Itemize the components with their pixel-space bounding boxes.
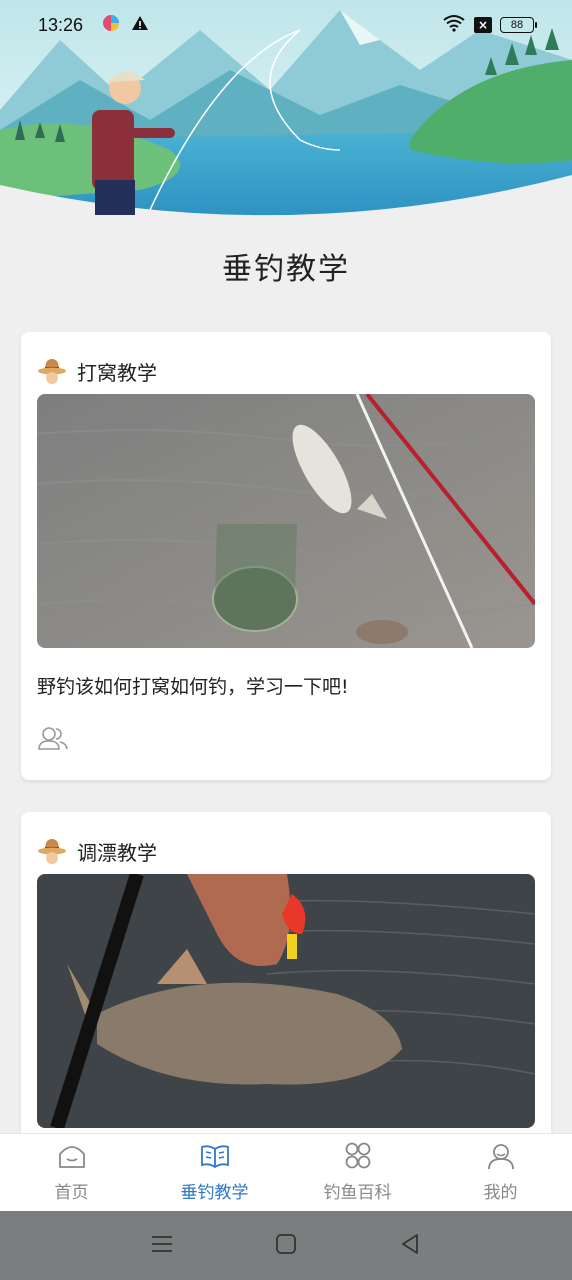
- back-icon[interactable]: [399, 1233, 421, 1259]
- warning-icon: [131, 14, 149, 36]
- tab-label: 我的: [483, 1183, 518, 1203]
- user-icon: [485, 1142, 517, 1174]
- system-navigation-bar: [0, 1211, 572, 1280]
- tab-mine[interactable]: 我的: [429, 1134, 572, 1211]
- card-description: 野钓该如何打窝如何钓，学习一下吧!: [37, 676, 349, 698]
- card-title: 调漂教学: [77, 840, 157, 865]
- status-bar: 13:26 × 88: [0, 0, 572, 50]
- tab-label: 钓鱼百科: [323, 1183, 392, 1203]
- wifi-icon: [442, 14, 466, 36]
- tab-fishing-encyclopedia[interactable]: 钓鱼百科: [286, 1134, 429, 1211]
- page-title: 垂钓教学: [222, 252, 350, 287]
- status-time: 13:26: [38, 14, 84, 35]
- straw-hat-icon: [37, 356, 67, 386]
- battery-indicator: 88: [500, 17, 537, 33]
- tab-label: 垂钓教学: [180, 1183, 249, 1203]
- users-icon: [37, 727, 69, 755]
- card-title: 打窝教学: [77, 360, 157, 385]
- tab-fishing-tutorial[interactable]: 垂钓教学: [143, 1134, 286, 1211]
- menu-icon[interactable]: [151, 1234, 173, 1258]
- tab-home[interactable]: 首页: [0, 1134, 143, 1211]
- sim-off-icon: ×: [474, 17, 492, 33]
- tutorial-card[interactable]: 调漂教学: [21, 812, 551, 1142]
- home-icon: [56, 1142, 88, 1174]
- bottom-tab-bar: 首页 垂钓教学 钓鱼百科 我的: [0, 1133, 572, 1211]
- tab-label: 首页: [54, 1183, 89, 1203]
- card-image-fish-net[interactable]: [37, 394, 535, 648]
- home-button-icon[interactable]: [275, 1233, 297, 1259]
- grid-icon: [342, 1142, 374, 1174]
- book-icon: [199, 1142, 231, 1174]
- tutorial-card[interactable]: 打窝教学 野钓该如何打窝如何钓，学习一下吧!: [21, 332, 551, 780]
- card-image-caught-fish[interactable]: [37, 874, 535, 1128]
- app-notification-icon: [101, 13, 121, 37]
- straw-hat-icon: [37, 836, 67, 866]
